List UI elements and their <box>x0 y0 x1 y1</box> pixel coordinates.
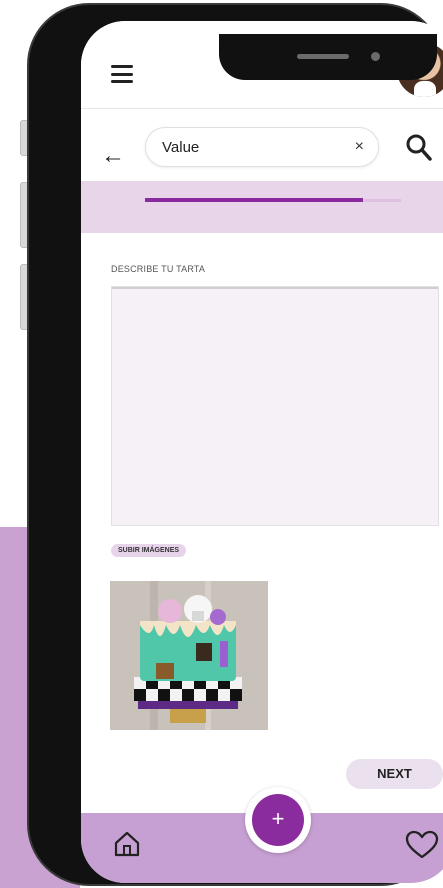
phone-frame: ← Value × DESCRIBE TU TARTA SUBIR IMÁGEN… <box>27 3 443 886</box>
add-button[interactable]: + <box>245 787 311 853</box>
search-input-value[interactable]: Value <box>162 139 199 156</box>
clear-search-icon[interactable]: × <box>355 138 364 156</box>
cake-image-thumbnail[interactable] <box>110 581 268 730</box>
progress-band <box>81 181 443 233</box>
next-button[interactable]: NEXT <box>346 759 443 789</box>
back-arrow-icon[interactable]: ← <box>101 144 125 168</box>
cake-image <box>110 581 268 730</box>
home-icon[interactable] <box>113 830 141 858</box>
progress-track <box>145 198 401 202</box>
add-icon[interactable]: + <box>252 794 304 846</box>
upload-images-button[interactable]: SUBIR IMÁGENES <box>111 544 187 557</box>
describe-textarea[interactable] <box>111 286 439 526</box>
search-field[interactable]: Value × <box>145 127 379 167</box>
front-camera <box>371 52 380 61</box>
app-screen: ← Value × DESCRIBE TU TARTA SUBIR IMÁGEN… <box>81 21 443 883</box>
speaker-grille <box>297 54 349 59</box>
progress-fill <box>145 198 363 202</box>
hamburger-menu-icon[interactable] <box>111 65 133 83</box>
phone-notch <box>219 34 437 80</box>
search-icon[interactable] <box>405 133 433 163</box>
heart-icon[interactable] <box>405 830 439 860</box>
describe-label: DESCRIBE TU TARTA <box>111 264 206 274</box>
